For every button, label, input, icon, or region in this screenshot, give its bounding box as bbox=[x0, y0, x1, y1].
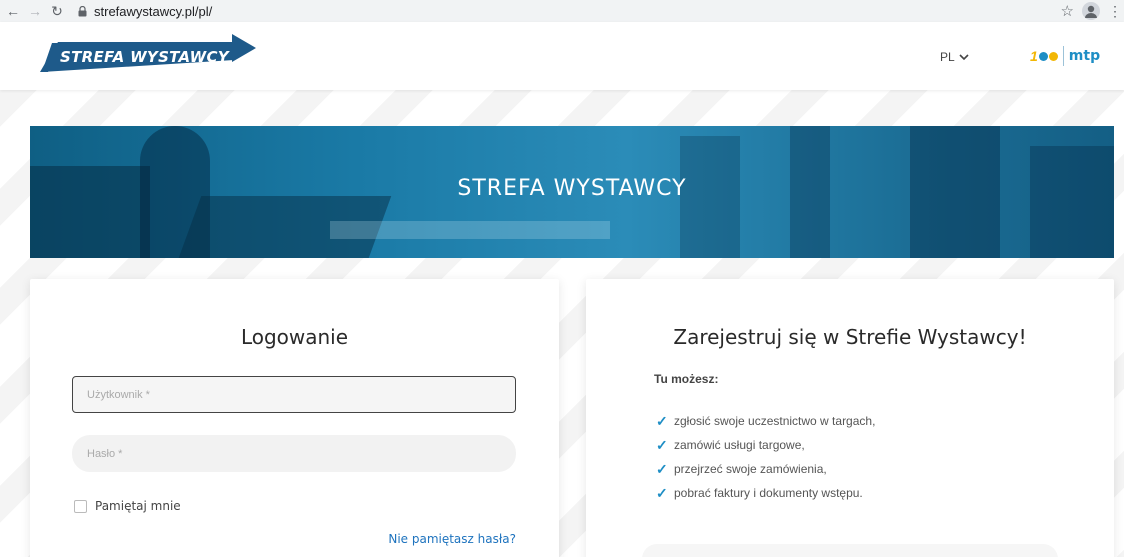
back-icon[interactable]: ← bbox=[2, 0, 24, 22]
language-label: PL bbox=[940, 50, 955, 64]
login-card: Logowanie Pamiętaj mnie Nie pamiętasz ha… bbox=[30, 279, 559, 557]
remember-checkbox[interactable] bbox=[74, 499, 87, 513]
mtp-text: mtp bbox=[1068, 48, 1101, 64]
checkmark-icon: ✓ bbox=[656, 436, 668, 453]
lock-icon bbox=[76, 5, 88, 17]
list-item: ✓ zamówić usługi targowe, bbox=[656, 433, 875, 457]
bookmark-star-icon[interactable]: ☆ bbox=[1061, 2, 1074, 20]
benefits-list: ✓ zgłosić swoje uczestnictwo w targach, ✓… bbox=[656, 409, 875, 505]
profile-avatar-icon[interactable] bbox=[1082, 2, 1100, 20]
hero-banner: STREFA WYSTAWCY bbox=[30, 126, 1114, 258]
register-card: Zarejestruj się w Strefie Wystawcy! Tu m… bbox=[586, 279, 1114, 557]
checkmark-icon: ✓ bbox=[656, 412, 668, 429]
site-logo[interactable]: STREFA WYSTAWCY bbox=[38, 30, 258, 80]
mtp-dots-icon bbox=[1038, 51, 1058, 61]
url-text: strefawystawcy.pl/pl/ bbox=[94, 3, 213, 19]
language-selector[interactable]: PL bbox=[940, 50, 969, 64]
remember-me[interactable]: Pamiętaj mnie bbox=[74, 499, 181, 513]
benefit-text: pobrać faktury i dokumenty wstępu. bbox=[674, 486, 863, 500]
mtp-divider bbox=[1062, 46, 1064, 66]
benefit-text: zgłosić swoje uczestnictwo w targach, bbox=[674, 414, 876, 428]
banner-photo-shape bbox=[330, 221, 610, 239]
login-title: Logowanie bbox=[240, 325, 349, 349]
register-field[interactable] bbox=[642, 544, 1058, 557]
logo-text: STREFA WYSTAWCY bbox=[60, 48, 229, 66]
browser-toolbar: ← → ↻ strefawystawcy.pl/pl/ ☆ ⋮ bbox=[0, 0, 1124, 22]
register-title: Zarejestruj się w Strefie Wystawcy! bbox=[673, 325, 1027, 349]
register-subtitle: Tu możesz: bbox=[654, 372, 719, 386]
banner-photo-shape bbox=[1030, 146, 1114, 258]
address-bar[interactable]: strefawystawcy.pl/pl/ bbox=[76, 1, 212, 21]
list-item: ✓ przejrzeć swoje zamówienia, bbox=[656, 457, 875, 481]
mtp-logo[interactable]: 1 mtp bbox=[1030, 46, 1100, 66]
username-input[interactable] bbox=[72, 376, 516, 413]
checkmark-icon: ✓ bbox=[656, 460, 668, 477]
browser-menu-icon[interactable]: ⋮ bbox=[1108, 3, 1122, 20]
password-input[interactable] bbox=[72, 435, 516, 472]
site-header: STREFA WYSTAWCY PL 1 mtp bbox=[0, 22, 1124, 90]
remember-label: Pamiętaj mnie bbox=[95, 499, 181, 513]
mtp-100-number: 1 bbox=[1030, 48, 1038, 64]
forgot-password-link[interactable]: Nie pamiętasz hasła? bbox=[388, 532, 516, 546]
benefit-text: przejrzeć swoje zamówienia, bbox=[674, 462, 827, 476]
reload-icon[interactable]: ↻ bbox=[46, 0, 68, 22]
checkmark-icon: ✓ bbox=[656, 484, 668, 501]
benefit-text: zamówić usługi targowe, bbox=[674, 438, 805, 452]
list-item: ✓ pobrać faktury i dokumenty wstępu. bbox=[656, 481, 875, 505]
chevron-down-icon bbox=[959, 54, 969, 61]
banner-title: STREFA WYSTAWCY bbox=[457, 176, 687, 201]
list-item: ✓ zgłosić swoje uczestnictwo w targach, bbox=[656, 409, 875, 433]
forward-icon[interactable]: → bbox=[24, 0, 46, 22]
